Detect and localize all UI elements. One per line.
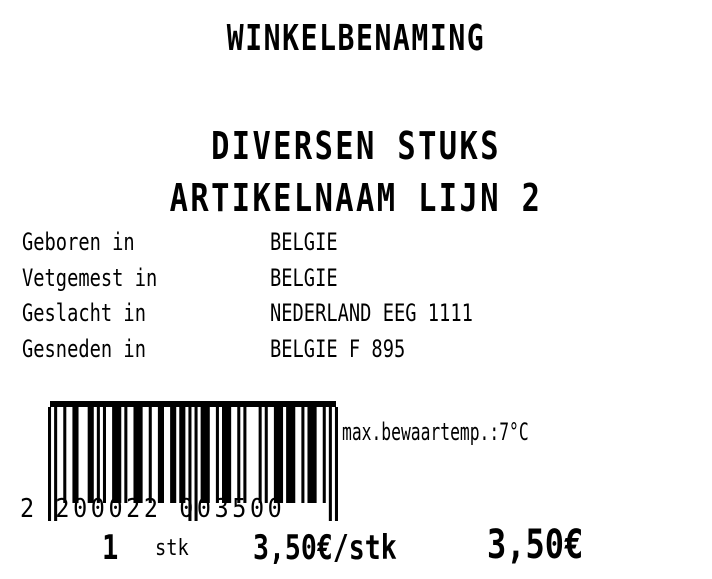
- storage-temperature: max.bewaartemp.:7°C: [342, 418, 529, 446]
- barcode-bar: [286, 407, 296, 503]
- origin-label: Gesneden in: [22, 334, 146, 363]
- barcode-bar: [63, 407, 67, 503]
- barcode-bar: [264, 407, 268, 503]
- origin-value: BELGIE: [270, 263, 338, 292]
- product-label: { "label": { "store_name": "WINKELBENAMI…: [0, 0, 712, 579]
- total-price: 3,50€: [487, 522, 584, 568]
- barcode-bar: [301, 407, 305, 503]
- barcode-guard-bar: [328, 407, 332, 521]
- barcode-bar: [273, 407, 284, 503]
- barcode-bar: [200, 407, 210, 503]
- barcode-bar: [102, 407, 106, 503]
- barcode-bar: [72, 407, 79, 503]
- barcode-bar: [307, 407, 317, 503]
- store-name: WINKELBENAMING: [226, 18, 486, 59]
- barcode-bar: [87, 407, 94, 503]
- barcode-bar: [133, 407, 143, 503]
- origin-label: Geslacht in: [22, 299, 146, 327]
- barcode-bar: [215, 407, 219, 503]
- quantity-unit: stk: [155, 536, 189, 561]
- quantity: 1: [102, 528, 119, 568]
- barcode-guard-bar: [334, 407, 338, 521]
- barcode-bar: [96, 407, 100, 503]
- barcode-bar: [170, 407, 177, 503]
- origin-value: BELGIE F 895: [270, 334, 406, 363]
- barcode-bar: [258, 407, 262, 503]
- product-name-line-2: ARTIKELNAAM LIJN 2: [169, 176, 543, 220]
- barcode-bar: [243, 407, 247, 503]
- barcode-bar: [237, 407, 241, 503]
- origin-label: Geboren in: [22, 228, 135, 256]
- barcode-bar: [112, 407, 122, 503]
- origin-label: Vetgemest in: [22, 263, 158, 292]
- product-name-line-1: DIVERSEN STUKS: [211, 124, 501, 168]
- unit-price: 3,50€/stk: [253, 528, 397, 568]
- origin-value: NEDERLAND EEG 1111: [270, 299, 473, 327]
- barcode-bar: [179, 407, 186, 503]
- barcode-bar: [124, 407, 128, 503]
- barcode-digits: 2 200022 003500: [20, 494, 286, 524]
- barcode-bar: [222, 407, 232, 503]
- barcode-bar: [148, 407, 152, 503]
- barcode-bar: [322, 407, 326, 503]
- barcode-bar: [157, 407, 164, 503]
- origin-value: BELGIE: [270, 228, 338, 256]
